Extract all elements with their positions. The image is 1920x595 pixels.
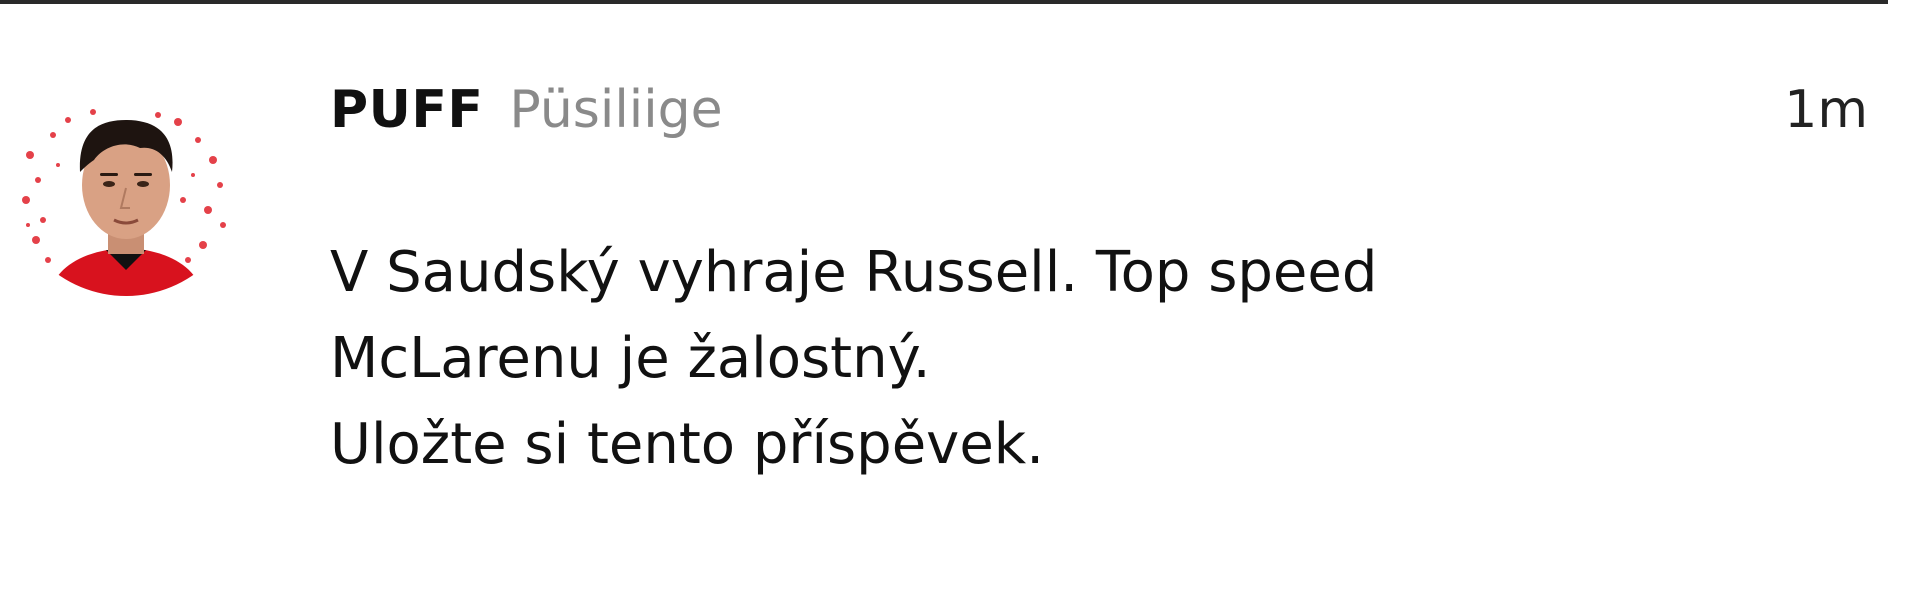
post-card[interactable]: PUFF Püsiliige 1m V Saudský vyhraje Russ… [0, 0, 1920, 595]
post-timestamp: 1m [1784, 80, 1868, 140]
avatar[interactable] [8, 60, 244, 296]
post-text-line: Uložte si tento příspěvek. [330, 412, 1044, 477]
post-text-line: McLarenu je žalostný. [330, 326, 931, 391]
post-body: V Saudský vyhraje Russell. Top speed McL… [330, 230, 1730, 488]
author-username[interactable]: Püsiliige [509, 80, 722, 140]
post-header: PUFF Püsiliige [330, 80, 723, 150]
profile-photo-icon [8, 60, 244, 296]
author-display-name[interactable]: PUFF [330, 80, 483, 140]
post-text-line: V Saudský vyhraje Russell. Top speed [330, 240, 1378, 305]
